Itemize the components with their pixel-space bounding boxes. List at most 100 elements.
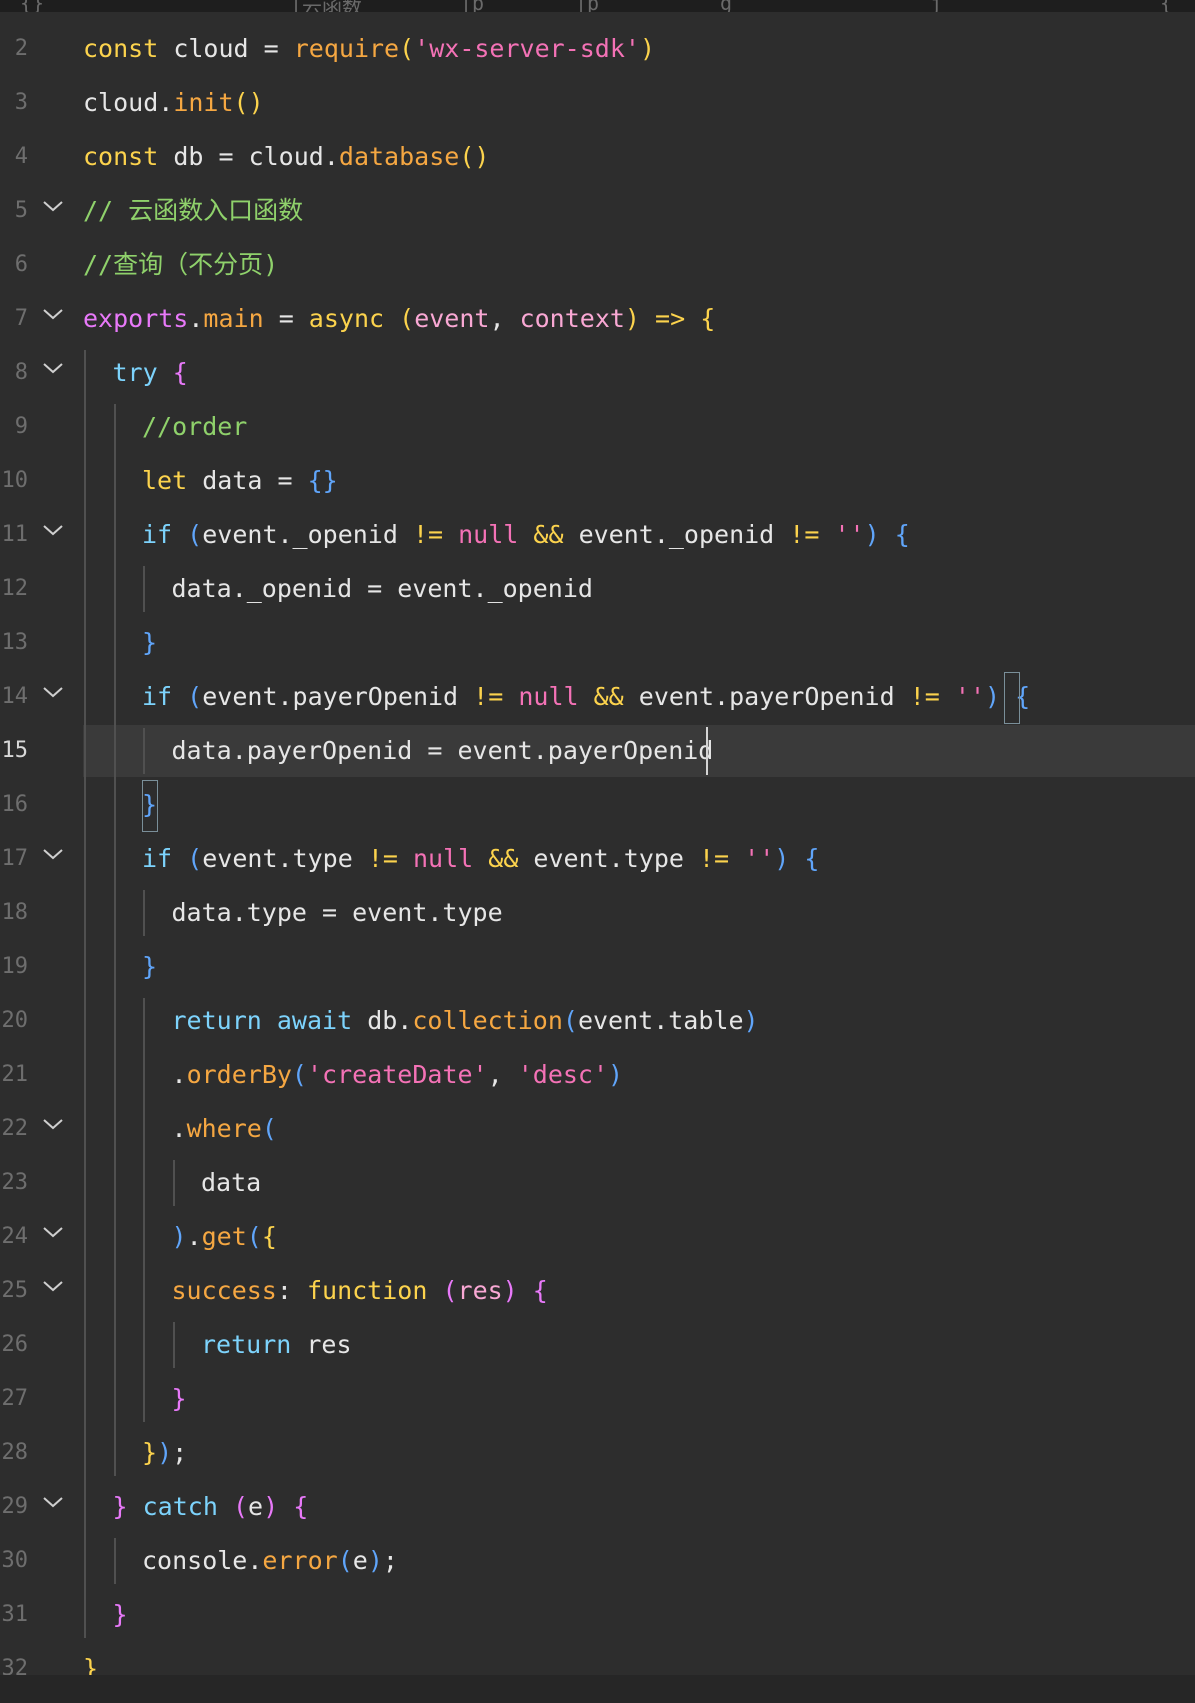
line-number[interactable]: 30 [0, 1534, 29, 1588]
line-number[interactable]: 15 [0, 724, 29, 778]
line-number[interactable]: 7 [0, 292, 28, 346]
line-number[interactable]: 27 [0, 1372, 29, 1426]
line-number[interactable]: 9 [0, 400, 28, 454]
code-line[interactable]: 8 try { [0, 346, 1195, 400]
code-token: function [306, 1276, 428, 1305]
code-line[interactable]: 25 success: function (res) { [0, 1264, 1195, 1318]
code-line[interactable]: 17 if (event.type != null && event.type !… [0, 832, 1195, 886]
line-number[interactable]: 10 [0, 454, 29, 508]
code-token: && [488, 844, 519, 873]
code-line[interactable]: 12 data._openid = event._openid [0, 562, 1195, 616]
fold-chevron-icon[interactable] [41, 1112, 65, 1136]
code-token: // 云函数入口函数 [83, 196, 304, 225]
line-number[interactable]: 16 [0, 778, 29, 832]
code-text: //查询（不分页) [83, 238, 278, 292]
code-token: console. [142, 1546, 263, 1575]
code-token: ) [367, 1546, 383, 1575]
code-token: { [261, 1222, 277, 1251]
code-line[interactable]: 9 //order [0, 400, 1195, 454]
line-number[interactable]: 23 [0, 1156, 29, 1210]
fold-chevron-icon[interactable] [41, 356, 65, 380]
line-number[interactable]: 17 [0, 832, 29, 886]
fold-chevron-icon[interactable] [41, 1220, 65, 1244]
line-number[interactable]: 12 [0, 562, 29, 616]
line-number[interactable]: 14 [0, 670, 29, 724]
code-token: if [142, 682, 173, 711]
fold-chevron-icon[interactable] [41, 680, 65, 704]
fold-chevron-icon[interactable] [41, 194, 65, 218]
code-line[interactable]: 7 exports.main = async (event, context) =… [0, 292, 1195, 346]
code-line[interactable]: 21 .orderBy('createDate', 'desc') [0, 1048, 1195, 1102]
code-line[interactable]: 18 data.type = event.type [0, 886, 1195, 940]
code-line[interactable]: 3 cloud.init() [0, 76, 1195, 130]
line-number[interactable]: 22 [0, 1102, 29, 1156]
code-token: } [142, 628, 158, 657]
code-text: .where( [172, 1102, 277, 1156]
code-token: { [804, 844, 820, 873]
code-text: const cloud = require('wx-server-sdk') [83, 22, 655, 76]
code-line[interactable]: 2 const cloud = require('wx-server-sdk') [0, 22, 1195, 76]
code-token: && [533, 520, 564, 549]
line-number[interactable]: 26 [0, 1318, 29, 1372]
fold-chevron-icon[interactable] [41, 1490, 65, 1514]
code-line[interactable]: 27} [0, 1372, 1195, 1426]
line-number[interactable]: 5 [0, 184, 28, 238]
code-token: ) [171, 1222, 187, 1251]
code-line[interactable]: 5 // 云函数入口函数 [0, 184, 1195, 238]
code-line[interactable]: 31} [0, 1588, 1195, 1642]
code-line[interactable]: 11 if (event._openid != null && event._op… [0, 508, 1195, 562]
code-editor[interactable]: 2 const cloud = require('wx-server-sdk') 3… [0, 0, 1195, 1703]
code-token: != [412, 520, 444, 549]
code-token: database [338, 142, 460, 171]
line-number[interactable]: 28 [0, 1426, 29, 1480]
code-token: ) [608, 1060, 624, 1089]
line-number[interactable]: 29 [0, 1480, 29, 1534]
code-text: data.payerOpenid = event.payerOpenid [172, 724, 714, 778]
code-token: ( [187, 520, 203, 549]
code-line[interactable]: 19} [0, 940, 1195, 994]
fold-chevron-icon[interactable] [41, 842, 65, 866]
line-number[interactable]: 8 [0, 346, 28, 400]
code-line[interactable]: 16} [0, 778, 1195, 832]
line-number[interactable]: 11 [0, 508, 29, 562]
code-line[interactable]: 20 return await db.collection(event.table… [0, 994, 1195, 1048]
code-token: ( [399, 304, 415, 333]
code-line[interactable]: 24).get({ [0, 1210, 1195, 1264]
line-number[interactable]: 2 [0, 22, 28, 76]
code-line[interactable]: 29} catch (e) { [0, 1480, 1195, 1534]
fold-chevron-icon[interactable] [41, 518, 65, 542]
code-line[interactable]: 15 data.payerOpenid = event.payerOpenid [0, 724, 1195, 778]
line-number[interactable]: 25 [0, 1264, 29, 1318]
line-number[interactable]: 13 [0, 616, 29, 670]
fold-chevron-icon[interactable] [41, 1274, 65, 1298]
line-number[interactable]: 4 [0, 130, 28, 184]
line-number[interactable]: 24 [0, 1210, 29, 1264]
line-number[interactable]: 31 [0, 1588, 29, 1642]
horizontal-scrollbar[interactable] [0, 1675, 1195, 1703]
code-line[interactable]: 4 const db = cloud.database() [0, 130, 1195, 184]
code-line[interactable]: 28}); [0, 1426, 1195, 1480]
line-number[interactable]: 3 [0, 76, 28, 130]
code-line[interactable]: 22 .where( [0, 1102, 1195, 1156]
line-number[interactable]: 6 [0, 238, 28, 292]
line-number[interactable]: 21 [0, 1048, 29, 1102]
code-line[interactable]: 13} [0, 616, 1195, 670]
code-line[interactable]: 26 return res [0, 1318, 1195, 1372]
line-number[interactable]: 20 [0, 994, 29, 1048]
code-text: return res [201, 1318, 352, 1372]
code-text: } [113, 1588, 128, 1642]
fold-chevron-icon[interactable] [41, 302, 65, 326]
line-number[interactable]: 18 [0, 886, 29, 940]
indent-guide [113, 1538, 116, 1584]
code-token: ( [442, 1276, 458, 1305]
line-number[interactable]: 19 [0, 940, 29, 994]
code-line[interactable]: 10 let data = {} [0, 454, 1195, 508]
code-line[interactable]: 6 //查询（不分页) [0, 238, 1195, 292]
code-token: } [112, 1492, 128, 1521]
code-line[interactable]: 30 console.error(e); [0, 1534, 1195, 1588]
code-token: { [532, 1276, 548, 1305]
code-line[interactable]: 23 data [0, 1156, 1195, 1210]
code-token: if [142, 520, 173, 549]
